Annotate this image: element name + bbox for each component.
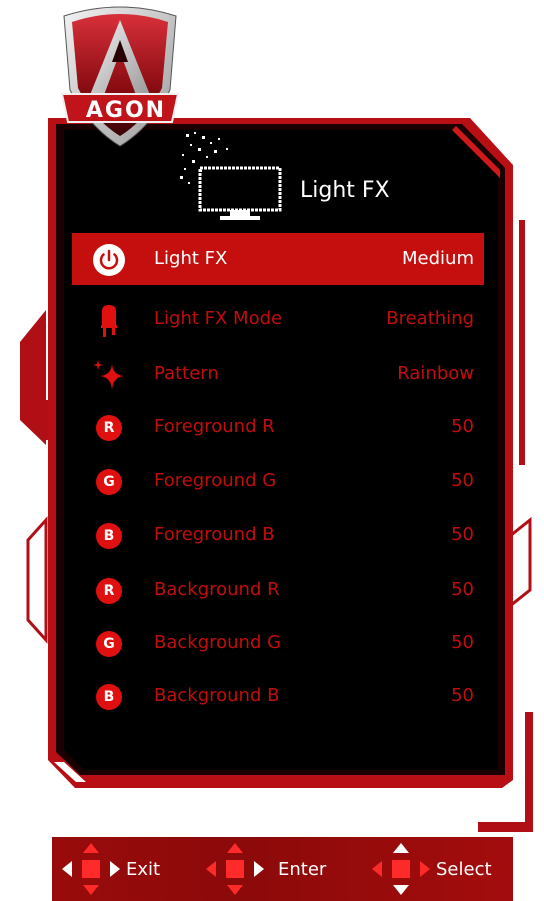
menu-item-label: Background B bbox=[154, 685, 280, 706]
menu-item-label: Background G bbox=[154, 632, 282, 653]
bulb-icon bbox=[101, 305, 117, 337]
menu-item-foreground-g[interactable]: G Foreground G 50 bbox=[72, 455, 484, 507]
logo-text: AGON bbox=[85, 98, 167, 123]
badge-g-icon: G bbox=[92, 465, 126, 499]
menu-item-light-fx[interactable]: Light FX Medium bbox=[72, 233, 484, 285]
footer-hints: Exit Enter Select bbox=[52, 837, 513, 901]
menu-item-background-r[interactable]: R Background R 50 bbox=[72, 564, 484, 616]
monitor-light-icon bbox=[180, 132, 282, 220]
menu-item-value: Breathing bbox=[386, 308, 474, 329]
menu-item-background-g[interactable]: G Background G 50 bbox=[72, 617, 484, 669]
agon-logo bbox=[60, 6, 180, 147]
menu-item-label: Foreground R bbox=[154, 416, 275, 437]
menu-item-foreground-r[interactable]: R Foreground R 50 bbox=[72, 401, 484, 453]
dpad-left-icon bbox=[62, 843, 120, 895]
menu-item-value: 50 bbox=[451, 416, 474, 437]
menu-item-label: Foreground B bbox=[154, 524, 275, 545]
dpad-right-icon bbox=[206, 843, 264, 895]
menu-item-background-b[interactable]: B Background B 50 bbox=[72, 670, 484, 722]
select-label: Select bbox=[436, 859, 492, 880]
menu-item-value: 50 bbox=[451, 524, 474, 545]
menu-item-value: 50 bbox=[451, 632, 474, 653]
exit-label: Exit bbox=[126, 859, 161, 880]
sparkle-icon bbox=[93, 360, 124, 390]
page-title: Light FX bbox=[300, 178, 390, 203]
menu-item-label: Light FX Mode bbox=[154, 308, 283, 329]
badge-r-icon: R bbox=[92, 574, 126, 608]
menu-item-pattern[interactable]: Pattern Rainbow bbox=[72, 348, 484, 400]
menu-item-label: Pattern bbox=[154, 363, 219, 384]
badge-r-icon: R bbox=[92, 411, 126, 445]
menu-item-value: Rainbow bbox=[397, 363, 474, 384]
menu-item-value: 50 bbox=[451, 685, 474, 706]
menu-item-label: Light FX bbox=[154, 248, 228, 269]
badge-b-icon: B bbox=[92, 519, 126, 553]
menu-item-value: 50 bbox=[451, 470, 474, 491]
menu-item-value: 50 bbox=[451, 579, 474, 600]
menu-item-light-fx-mode[interactable]: Light FX Mode Breathing bbox=[72, 293, 484, 345]
menu-item-value: Medium bbox=[402, 248, 474, 269]
badge-b-icon: B bbox=[92, 680, 126, 714]
menu-item-label: Foreground G bbox=[154, 470, 277, 491]
badge-g-icon: G bbox=[92, 627, 126, 661]
power-icon bbox=[93, 244, 125, 276]
dpad-updown-icon bbox=[372, 843, 430, 895]
enter-label: Enter bbox=[278, 859, 327, 880]
menu-item-label: Background R bbox=[154, 579, 280, 600]
menu-item-foreground-b[interactable]: B Foreground B 50 bbox=[72, 509, 484, 561]
